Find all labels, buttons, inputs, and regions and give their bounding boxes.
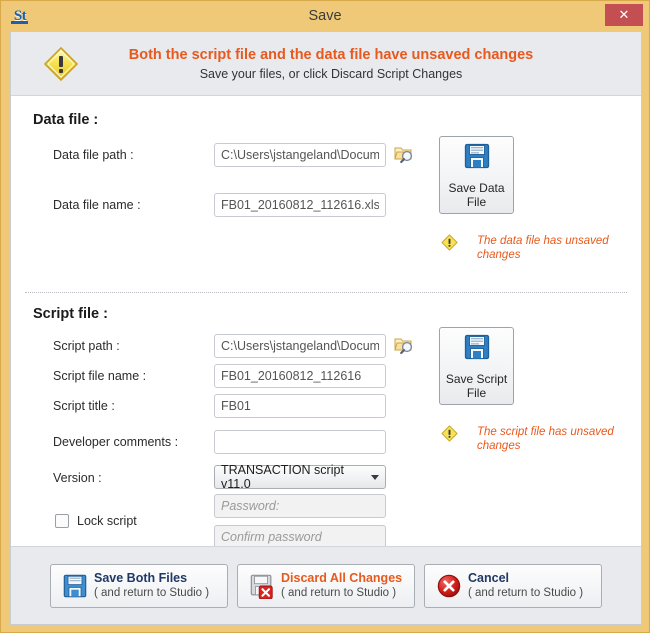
script-title-input[interactable] — [214, 394, 386, 418]
save-both-files-button[interactable]: Save Both Files ( and return to Studio ) — [50, 564, 228, 608]
window-title: Save — [1, 8, 649, 24]
checkbox-box — [55, 514, 69, 528]
script-path-input[interactable] — [214, 334, 386, 358]
discard-all-changes-title: Discard All Changes — [281, 571, 402, 586]
banner-text: Both the script file and the data file h… — [111, 47, 641, 81]
floppy-disk-icon — [463, 333, 491, 366]
dialog-footer: Save Both Files ( and return to Studio )… — [11, 546, 641, 624]
save-data-file-line2: File — [467, 195, 486, 209]
save-data-file-button[interactable]: Save Data File — [439, 136, 514, 214]
app-logo-icon: St — [9, 5, 31, 27]
version-select[interactable]: TRANSACTION script v11.0 — [214, 465, 386, 489]
folder-search-icon[interactable] — [394, 144, 414, 164]
data-file-name-label: Data file name : — [53, 198, 141, 212]
data-file-unsaved-note: The data file has unsaved changes — [477, 234, 617, 262]
floppy-disk-icon — [60, 573, 90, 599]
cancel-sub: ( and return to Studio ) — [468, 586, 583, 600]
script-title-label: Script title : — [53, 399, 115, 413]
app-logo-underline — [11, 21, 28, 24]
save-data-file-label: Save Data File — [448, 181, 504, 209]
unsaved-changes-banner: Both the script file and the data file h… — [11, 32, 641, 96]
discard-all-changes-sub: ( and return to Studio ) — [281, 586, 402, 600]
banner-title: Both the script file and the data file h… — [111, 47, 551, 63]
save-dialog-window: St Save ✕ — [0, 0, 650, 633]
close-button[interactable]: ✕ — [605, 4, 643, 26]
lock-script-checkbox[interactable]: Lock script — [55, 514, 137, 528]
version-selected-value: TRANSACTION script v11.0 — [221, 463, 365, 491]
chevron-down-icon — [371, 475, 379, 480]
developer-comments-input[interactable] — [214, 430, 386, 454]
save-both-files-title: Save Both Files — [94, 571, 209, 586]
dialog-body: Data file : Data file path : Data file n… — [11, 96, 641, 547]
data-file-path-label: Data file path : — [53, 148, 134, 162]
data-file-path-input[interactable] — [214, 143, 386, 167]
data-file-heading: Data file : — [33, 112, 98, 128]
cancel-text: Cancel ( and return to Studio ) — [468, 571, 583, 600]
discard-all-changes-button[interactable]: Discard All Changes ( and return to Stud… — [237, 564, 415, 608]
version-label: Version : — [53, 471, 102, 485]
save-script-file-label: Save Script File — [446, 372, 507, 400]
password-input[interactable] — [214, 494, 386, 518]
save-data-file-line1: Save Data — [448, 181, 504, 195]
discard-all-changes-text: Discard All Changes ( and return to Stud… — [281, 571, 402, 600]
script-file-name-input[interactable] — [214, 364, 386, 388]
script-note-warning-icon — [441, 425, 458, 447]
save-both-files-text: Save Both Files ( and return to Studio ) — [94, 571, 209, 600]
save-script-file-button[interactable]: Save Script File — [439, 327, 514, 405]
developer-comments-label: Developer comments : — [53, 435, 178, 449]
cancel-circle-icon — [434, 573, 464, 599]
floppy-disk-icon — [463, 142, 491, 175]
floppy-disk-delete-icon — [247, 573, 277, 599]
lock-script-label: Lock script — [77, 514, 137, 528]
banner-subtitle: Save your files, or click Discard Script… — [111, 67, 551, 81]
warning-diamond-icon — [43, 46, 79, 82]
data-file-name-input[interactable] — [214, 193, 386, 217]
dialog-client-area: Both the script file and the data file h… — [10, 31, 642, 625]
cancel-button[interactable]: Cancel ( and return to Studio ) — [424, 564, 602, 608]
title-bar: St Save ✕ — [1, 1, 649, 31]
cancel-title: Cancel — [468, 571, 583, 586]
script-file-name-label: Script file name : — [53, 369, 146, 383]
script-path-label: Script path : — [53, 339, 120, 353]
save-script-file-line2: File — [467, 386, 486, 400]
data-note-warning-icon — [441, 234, 458, 256]
script-file-heading: Script file : — [33, 306, 108, 322]
save-both-files-sub: ( and return to Studio ) — [94, 586, 209, 600]
banner-icon-wrap — [11, 46, 111, 82]
section-divider — [25, 292, 627, 293]
folder-search-icon[interactable] — [394, 335, 414, 355]
script-file-unsaved-note: The script file has unsaved changes — [477, 425, 617, 453]
save-script-file-line1: Save Script — [446, 372, 507, 386]
